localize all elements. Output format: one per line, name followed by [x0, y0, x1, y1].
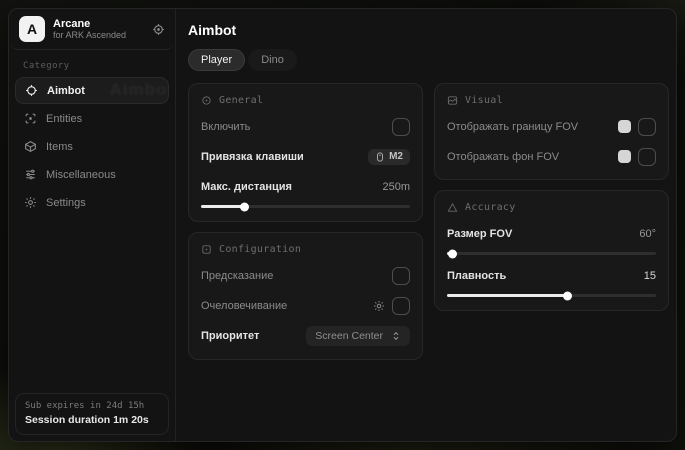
- crosshair-icon: [25, 84, 38, 97]
- slider-thumb[interactable]: [240, 202, 249, 211]
- visual-icon: [447, 95, 458, 106]
- target-icon[interactable]: [152, 23, 165, 36]
- chevrons-up-down-icon: [391, 331, 401, 341]
- priority-dropdown[interactable]: Screen Center: [306, 326, 410, 346]
- sidebar-item-items[interactable]: Items: [15, 133, 169, 160]
- sidebar-item-label: Settings: [46, 197, 86, 209]
- mouse-icon: [375, 151, 385, 163]
- fov-border-label: Отображать границу FOV: [447, 121, 578, 133]
- visual-card-title: Visual: [465, 95, 503, 106]
- visual-card: Visual Отображать границу FOV Отображать…: [434, 83, 669, 180]
- prediction-checkbox[interactable]: [392, 267, 410, 285]
- tab-dino[interactable]: Dino: [248, 49, 297, 71]
- sidebar-item-entities[interactable]: Entities: [15, 105, 169, 132]
- enable-checkbox[interactable]: [392, 118, 410, 136]
- priority-label: Приоритет: [201, 330, 259, 342]
- fov-size-label: Размер FOV: [447, 228, 512, 240]
- max-distance-label: Макс. дистанция: [201, 181, 292, 193]
- configuration-card: Configuration Предсказание Очеловечивани…: [188, 232, 423, 360]
- fov-size-value: 60°: [639, 228, 656, 240]
- sidebar-item-label: Aimbot: [47, 85, 85, 97]
- keybind-button[interactable]: M2: [368, 149, 410, 165]
- keybind-label: Привязка клавиши: [201, 151, 304, 163]
- gear-icon: [24, 196, 37, 209]
- humanize-settings-icon[interactable]: [373, 300, 385, 312]
- package-icon: [24, 140, 37, 153]
- sidebar-header: A Arcane for ARK Ascended: [9, 9, 175, 50]
- category-label: Category: [23, 61, 175, 71]
- smoothness-value: 15: [644, 270, 656, 282]
- scan-icon: [24, 112, 37, 125]
- page-title: Aimbot: [188, 22, 665, 38]
- accuracy-card: Accuracy Размер FOV 60° Плавность 15: [434, 190, 669, 311]
- general-icon: [201, 95, 212, 106]
- max-distance-slider[interactable]: [201, 205, 410, 208]
- app-name: Arcane: [53, 18, 144, 31]
- fov-border-color-swatch[interactable]: [618, 120, 631, 133]
- keybind-value: M2: [389, 151, 403, 162]
- sidebar-nav: Aimbot Aimbot Entities Item: [9, 77, 175, 217]
- enable-label: Включить: [201, 121, 250, 133]
- app-logo: A: [19, 16, 45, 42]
- tab-bar: Player Dino: [188, 49, 665, 71]
- sidebar-item-aimbot[interactable]: Aimbot Aimbot: [15, 77, 169, 104]
- sidebar-item-label: Entities: [46, 113, 82, 125]
- sidebar: A Arcane for ARK Ascended Category: [9, 9, 176, 441]
- sidebar-item-settings[interactable]: Settings: [15, 189, 169, 216]
- sidebar-item-label: Items: [46, 141, 73, 153]
- app-window: A Arcane for ARK Ascended Category: [8, 8, 677, 442]
- fov-background-color-swatch[interactable]: [618, 150, 631, 163]
- session-duration-text: Session duration 1m 20s: [25, 414, 159, 426]
- accuracy-icon: [447, 202, 458, 213]
- sliders-icon: [24, 168, 37, 181]
- session-info-card: Sub expires in 24d 15h Session duration …: [15, 393, 169, 435]
- slider-thumb[interactable]: [448, 249, 457, 258]
- configuration-icon: [201, 244, 212, 255]
- aimbot-watermark: Aimbot: [109, 80, 169, 100]
- max-distance-value: 250m: [382, 181, 410, 193]
- general-card: General Включить Привязка клавиши: [188, 83, 423, 222]
- smoothness-slider[interactable]: [447, 294, 656, 297]
- priority-value: Screen Center: [315, 330, 383, 342]
- sidebar-item-miscellaneous[interactable]: Miscellaneous: [15, 161, 169, 188]
- humanize-checkbox[interactable]: [392, 297, 410, 315]
- fov-background-label: Отображать фон FOV: [447, 151, 559, 163]
- prediction-label: Предсказание: [201, 270, 273, 282]
- humanize-label: Очеловечивание: [201, 300, 287, 312]
- fov-border-checkbox[interactable]: [638, 118, 656, 136]
- fov-background-checkbox[interactable]: [638, 148, 656, 166]
- smoothness-label: Плавность: [447, 270, 506, 282]
- tab-player[interactable]: Player: [188, 49, 245, 71]
- app-title-block: Arcane for ARK Ascended: [53, 18, 144, 41]
- sub-expires-text: Sub expires in 24d 15h: [25, 401, 159, 411]
- fov-size-slider[interactable]: [447, 252, 656, 255]
- general-card-title: General: [219, 95, 263, 106]
- sidebar-item-label: Miscellaneous: [46, 169, 116, 181]
- configuration-card-title: Configuration: [219, 244, 301, 255]
- main-content: Aimbot Player Dino General: [176, 9, 676, 441]
- app-subtitle: for ARK Ascended: [53, 30, 144, 40]
- slider-thumb[interactable]: [563, 291, 572, 300]
- accuracy-card-title: Accuracy: [465, 202, 516, 213]
